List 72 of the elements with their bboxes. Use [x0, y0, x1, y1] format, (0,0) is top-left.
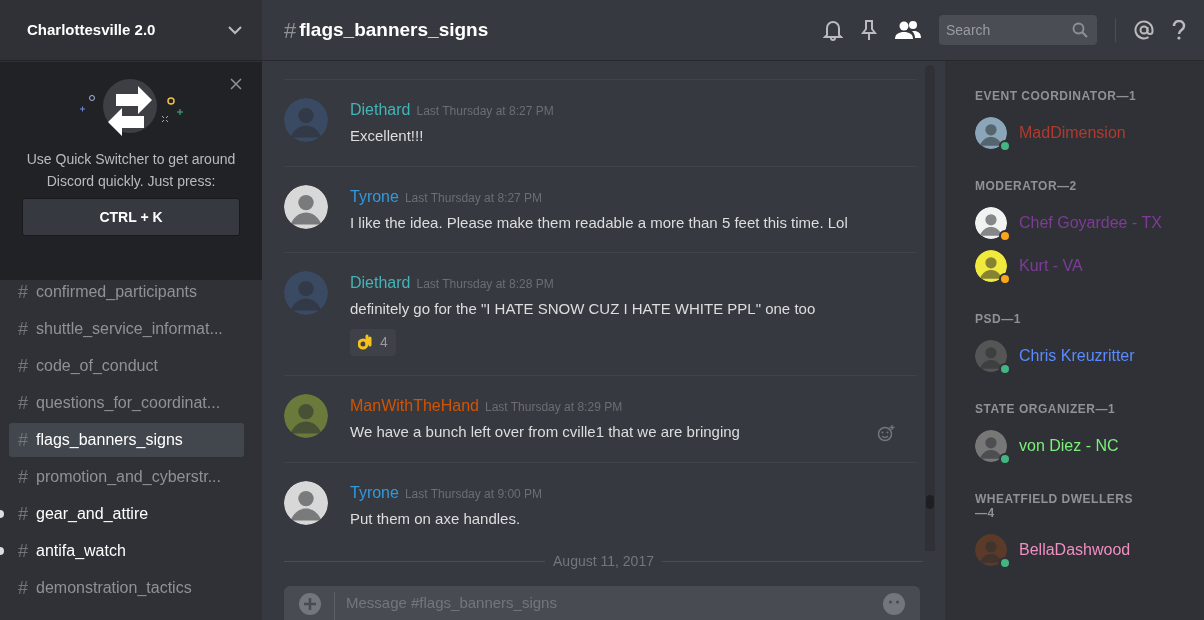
member-item[interactable]: MadDimension — [975, 115, 1194, 151]
channel-item[interactable]: # shuttle_service_informat... — [9, 312, 244, 346]
hash-icon: # — [18, 500, 28, 528]
author-name[interactable]: Tyrone — [350, 483, 399, 501]
search-field[interactable]: Search — [939, 15, 1097, 45]
help-icon[interactable] — [1172, 20, 1186, 40]
role-heading: STATE ORGANIZER—1 — [975, 402, 1117, 416]
message-text: Excellent!!! — [350, 126, 425, 146]
role-heading: WHEATFIELD DWELLERS—4 — [975, 492, 1134, 520]
channel-item[interactable]: # code_of_conduct — [9, 349, 244, 383]
channel-item[interactable]: # antifa_watch — [9, 534, 244, 568]
channel-item[interactable]: # flags_banners_signs — [9, 423, 244, 457]
hash-symbol: # — [284, 16, 297, 45]
channel-item[interactable]: # promotion_and_cyberstr... — [9, 460, 244, 494]
search-icon[interactable] — [1072, 22, 1088, 38]
channel-name: questions_for_coordinat... — [36, 393, 221, 413]
channel-name: shuttle_service_informat... — [36, 319, 223, 339]
shortcut-button[interactable]: CTRL + K — [22, 198, 240, 236]
hash-icon: # — [18, 574, 28, 602]
scrollbar-thumb[interactable] — [926, 495, 934, 509]
pin-icon[interactable] — [861, 19, 877, 41]
ok-hand-icon — [358, 333, 372, 351]
chevron-down-icon[interactable] — [228, 25, 242, 35]
hash-icon: # — [18, 278, 28, 306]
mention-icon[interactable] — [1134, 20, 1154, 40]
channel-name: demonstration_tactics — [36, 578, 192, 598]
author-name[interactable]: Diethard — [350, 274, 411, 291]
hash-icon: # — [18, 315, 28, 343]
close-icon[interactable] — [230, 78, 242, 90]
bell-icon[interactable] — [823, 19, 843, 41]
avatar[interactable] — [975, 430, 1007, 462]
avatar[interactable] — [975, 340, 1007, 372]
channel-name: flags_banners_signs — [36, 430, 183, 450]
avatar[interactable] — [284, 480, 328, 525]
avatar[interactable] — [975, 534, 1007, 566]
add-reaction-icon[interactable] — [877, 424, 895, 442]
avatar[interactable] — [975, 117, 1007, 149]
channel-title: flags_banners_signs — [299, 17, 489, 42]
role-heading: MODERATOR—2 — [975, 179, 1078, 193]
channel-name: antifa_watch — [36, 541, 126, 561]
reaction-button[interactable]: 4 — [350, 328, 396, 356]
hash-icon: # — [18, 426, 28, 454]
message-text: Put them on axe handles. — [350, 508, 522, 529]
hash-icon: # — [18, 537, 28, 565]
hash-icon: # — [18, 463, 28, 491]
channel-name: code_of_conduct — [36, 356, 158, 376]
channel-name: confirmed_participants — [36, 282, 197, 302]
channel-name: promotion_and_cyberstr... — [36, 467, 221, 487]
channel-item[interactable]: # gear_and_attire — [9, 497, 244, 531]
author-name[interactable]: ManWithTheHand — [350, 397, 479, 414]
member-item[interactable]: Chris Kreuzritter — [975, 338, 1194, 374]
role-heading: EVENT COORDINATOR—1 — [975, 89, 1138, 103]
role-heading: PSD—1 — [975, 312, 1022, 326]
channel-item[interactable]: # questions_for_coordinat... — [9, 386, 244, 420]
server-name[interactable]: Charlottesville 2.0 — [27, 18, 156, 42]
quick-switcher-hint: Use Quick Switcher to get around Discord quickly. Just press: — [25, 150, 237, 191]
channel-item[interactable]: # demonstration_tactics — [9, 571, 244, 605]
avatar[interactable] — [284, 184, 328, 229]
hash-icon: # — [18, 352, 28, 380]
members-icon[interactable] — [895, 20, 921, 40]
member-item[interactable]: BellaDashwood — [975, 532, 1194, 568]
author-name[interactable]: Tyrone — [350, 187, 399, 205]
date-divider: August 11, 2017 — [553, 552, 654, 571]
message-text: We have a bunch left over from cville1 that we are bringing — [350, 422, 740, 442]
message-text: I like the idea. Please make them readable a more than 5 feet this time. Lol — [350, 212, 848, 233]
hash-icon: # — [18, 389, 28, 417]
author-name[interactable]: Diethard — [350, 101, 411, 118]
member-item[interactable]: von Diez - NC — [975, 428, 1194, 464]
avatar[interactable] — [975, 250, 1007, 282]
avatar[interactable] — [975, 207, 1007, 239]
message-text: definitely go for the "I HATE SNOW CUZ I HATE WHITE PPL" one too — [350, 299, 816, 319]
channel-name: gear_and_attire — [36, 504, 149, 524]
